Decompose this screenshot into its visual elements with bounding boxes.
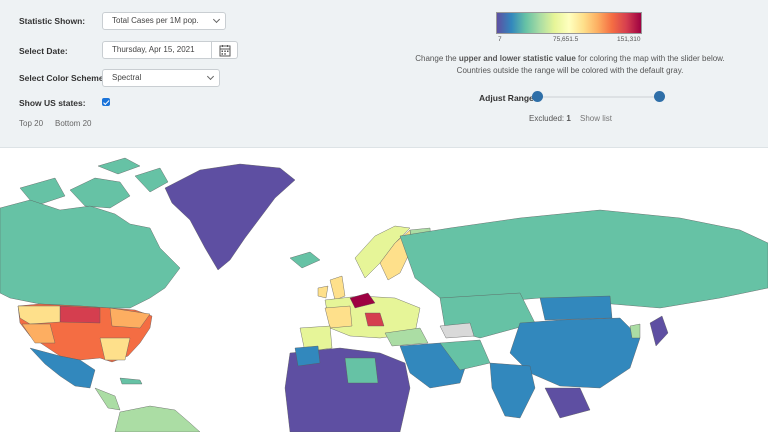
legend-mid: 75,651.5	[553, 36, 579, 43]
region-ireland	[317, 285, 329, 299]
range-slider-track[interactable]	[537, 96, 659, 98]
legend-max: 151,310	[617, 36, 641, 43]
range-info-line2: Countries outside the range will be colo…	[456, 66, 684, 75]
scheme-select-value: Spectral	[112, 73, 142, 82]
info-pre: Change the	[415, 54, 459, 63]
us-states-label: Show US states:	[19, 98, 86, 108]
excluded-text: Excluded:	[529, 114, 565, 123]
region-arctic-islands	[19, 157, 169, 209]
region-south-america	[114, 405, 201, 433]
region-us-southeast	[99, 337, 131, 361]
info-post: for coloring the map with the slider bel…	[575, 54, 725, 63]
statistic-select-value: Total Cases per 1M pop.	[112, 16, 199, 25]
scheme-label: Select Color Scheme:	[19, 73, 107, 83]
region-morocco	[294, 345, 321, 367]
excluded-label: Excluded: 1	[529, 114, 571, 123]
region-india	[489, 362, 536, 419]
adjust-range-label: Adjust Range:	[479, 93, 537, 103]
date-input-value: Thursday, Apr 15, 2021	[112, 45, 195, 54]
statistic-select[interactable]: Total Cases per 1M pop.	[102, 12, 226, 30]
region-libya	[344, 357, 379, 384]
range-slider-low-handle[interactable]	[531, 91, 543, 102]
region-russia	[399, 209, 768, 309]
control-panel: Statistic Shown: Total Cases per 1M pop.…	[0, 0, 768, 148]
legend-min: 7	[498, 36, 502, 43]
region-uk	[329, 275, 346, 301]
region-canada	[0, 199, 181, 309]
world-map[interactable]	[0, 148, 768, 433]
date-label: Select Date:	[19, 46, 68, 56]
chevron-down-icon	[206, 72, 215, 81]
range-info-line1: Change the upper and lower statistic val…	[370, 54, 768, 63]
chevron-down-icon	[212, 15, 221, 24]
us-states-checkbox[interactable]	[102, 98, 110, 106]
region-caribbean	[119, 377, 143, 385]
calendar-button[interactable]	[212, 41, 238, 59]
region-us-north	[59, 305, 101, 324]
range-slider-high-handle[interactable]	[653, 91, 665, 102]
region-us-southwest	[21, 323, 56, 344]
region-se-asia	[544, 387, 591, 419]
region-mongolia	[539, 295, 613, 321]
region-korea	[629, 323, 641, 339]
region-iceland	[289, 251, 321, 269]
map-svg	[0, 157, 768, 433]
region-central-america	[94, 387, 121, 411]
top-20-link[interactable]: Top 20	[19, 119, 43, 128]
statistic-label: Statistic Shown:	[19, 16, 86, 26]
bottom-20-link[interactable]: Bottom 20	[55, 119, 91, 128]
color-legend	[496, 12, 642, 34]
region-france	[324, 305, 353, 329]
info-bold: upper and lower statistic value	[458, 54, 576, 63]
calendar-icon	[219, 45, 231, 57]
excluded-count: 1	[566, 114, 571, 123]
show-list-link[interactable]: Show list	[580, 114, 612, 123]
region-greenland	[164, 163, 296, 271]
scheme-select[interactable]: Spectral	[102, 69, 220, 87]
region-japan	[649, 315, 669, 347]
date-input[interactable]: Thursday, Apr 15, 2021	[102, 41, 212, 59]
